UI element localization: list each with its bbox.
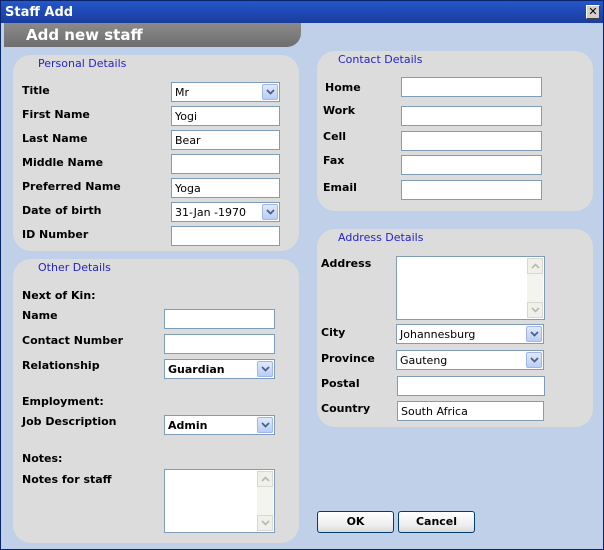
address-textarea[interactable] <box>396 256 545 320</box>
close-button[interactable]: ✕ <box>586 5 600 19</box>
last-name-field[interactable]: Bear <box>171 130 280 150</box>
city-select[interactable]: Johannesburg <box>396 324 544 344</box>
preferred-name-field[interactable]: Yoga <box>171 178 280 198</box>
scroll-up-icon[interactable] <box>257 471 273 487</box>
relationship-label: Relationship <box>22 359 100 372</box>
address-scrollbar[interactable] <box>527 258 543 318</box>
postal-code-field[interactable] <box>397 376 545 396</box>
home-phone-field[interactable] <box>401 77 542 97</box>
work-label: Work <box>323 104 356 117</box>
notes-for-staff-label: Notes for staff <box>22 473 112 486</box>
personal-details-title: Personal Details <box>38 57 127 70</box>
notes-heading: Notes: <box>22 452 63 465</box>
next-of-kin-heading: Next of Kin: <box>22 289 96 302</box>
province-select[interactable]: Gauteng <box>396 350 544 370</box>
first-name-field[interactable]: Yogi <box>171 106 280 126</box>
window-title: Staff Add <box>5 5 74 20</box>
middle-name-label: Middle Name <box>22 156 104 169</box>
preferred-name-label: Preferred Name <box>22 180 121 193</box>
kin-name-field[interactable] <box>164 309 275 329</box>
address-label: Address <box>321 257 372 270</box>
notes-textarea[interactable] <box>164 469 275 533</box>
chevron-down-icon[interactable] <box>262 204 278 220</box>
first-name-label: First Name <box>22 108 90 121</box>
cancel-button[interactable]: Cancel <box>398 511 475 533</box>
page-header: Add new staff <box>4 23 301 47</box>
scroll-down-icon[interactable] <box>527 302 543 318</box>
contact-details-title: Contact Details <box>338 53 423 66</box>
cell-label: Cell <box>323 130 347 143</box>
contact-number-label: Contact Number <box>22 334 124 347</box>
chevron-down-icon[interactable] <box>526 352 542 368</box>
id-number-label: ID Number <box>22 228 89 241</box>
relationship-select[interactable]: Guardian <box>164 359 275 379</box>
job-description-label: Job Description <box>22 415 117 428</box>
scroll-up-icon[interactable] <box>527 258 543 274</box>
date-of-birth-picker[interactable]: 31-Jan -1970 <box>171 202 280 222</box>
fax-label: Fax <box>323 154 345 167</box>
email-field[interactable] <box>401 180 542 200</box>
city-label: City <box>321 326 346 339</box>
id-number-field[interactable] <box>171 226 280 246</box>
employment-heading: Employment: <box>22 395 104 408</box>
scroll-down-icon[interactable] <box>257 515 273 531</box>
date-of-birth-label: Date of birth <box>22 204 102 217</box>
notes-scrollbar[interactable] <box>257 471 273 531</box>
country-field[interactable]: South Africa <box>397 401 544 421</box>
staff-add-window: Staff Add ✕ Add new staff Personal Detai… <box>0 0 604 550</box>
country-label: Country <box>321 402 371 415</box>
kin-name-label: Name <box>22 309 58 322</box>
close-icon: ✕ <box>588 5 598 18</box>
province-label: Province <box>321 352 375 365</box>
chevron-down-icon[interactable] <box>526 326 542 342</box>
chevron-down-icon[interactable] <box>257 361 273 377</box>
address-details-title: Address Details <box>338 231 424 244</box>
fax-field[interactable] <box>401 155 542 175</box>
ok-button[interactable]: OK <box>317 511 394 533</box>
postal-label: Postal <box>321 377 360 390</box>
home-label: Home <box>325 81 361 94</box>
title-bar[interactable]: Staff Add ✕ <box>1 1 603 23</box>
last-name-label: Last Name <box>22 132 88 145</box>
cell-phone-field[interactable] <box>401 131 542 151</box>
chevron-down-icon[interactable] <box>257 417 273 433</box>
middle-name-field[interactable] <box>171 154 280 174</box>
page-title: Add new staff <box>26 26 143 44</box>
title-label: Title <box>22 84 50 97</box>
title-select[interactable]: Mr <box>171 82 280 102</box>
other-details-title: Other Details <box>38 261 111 274</box>
contact-number-field[interactable] <box>164 334 275 354</box>
job-description-select[interactable]: Admin <box>164 415 275 435</box>
email-label: Email <box>323 181 357 194</box>
chevron-down-icon[interactable] <box>262 84 278 100</box>
work-phone-field[interactable] <box>401 106 542 126</box>
